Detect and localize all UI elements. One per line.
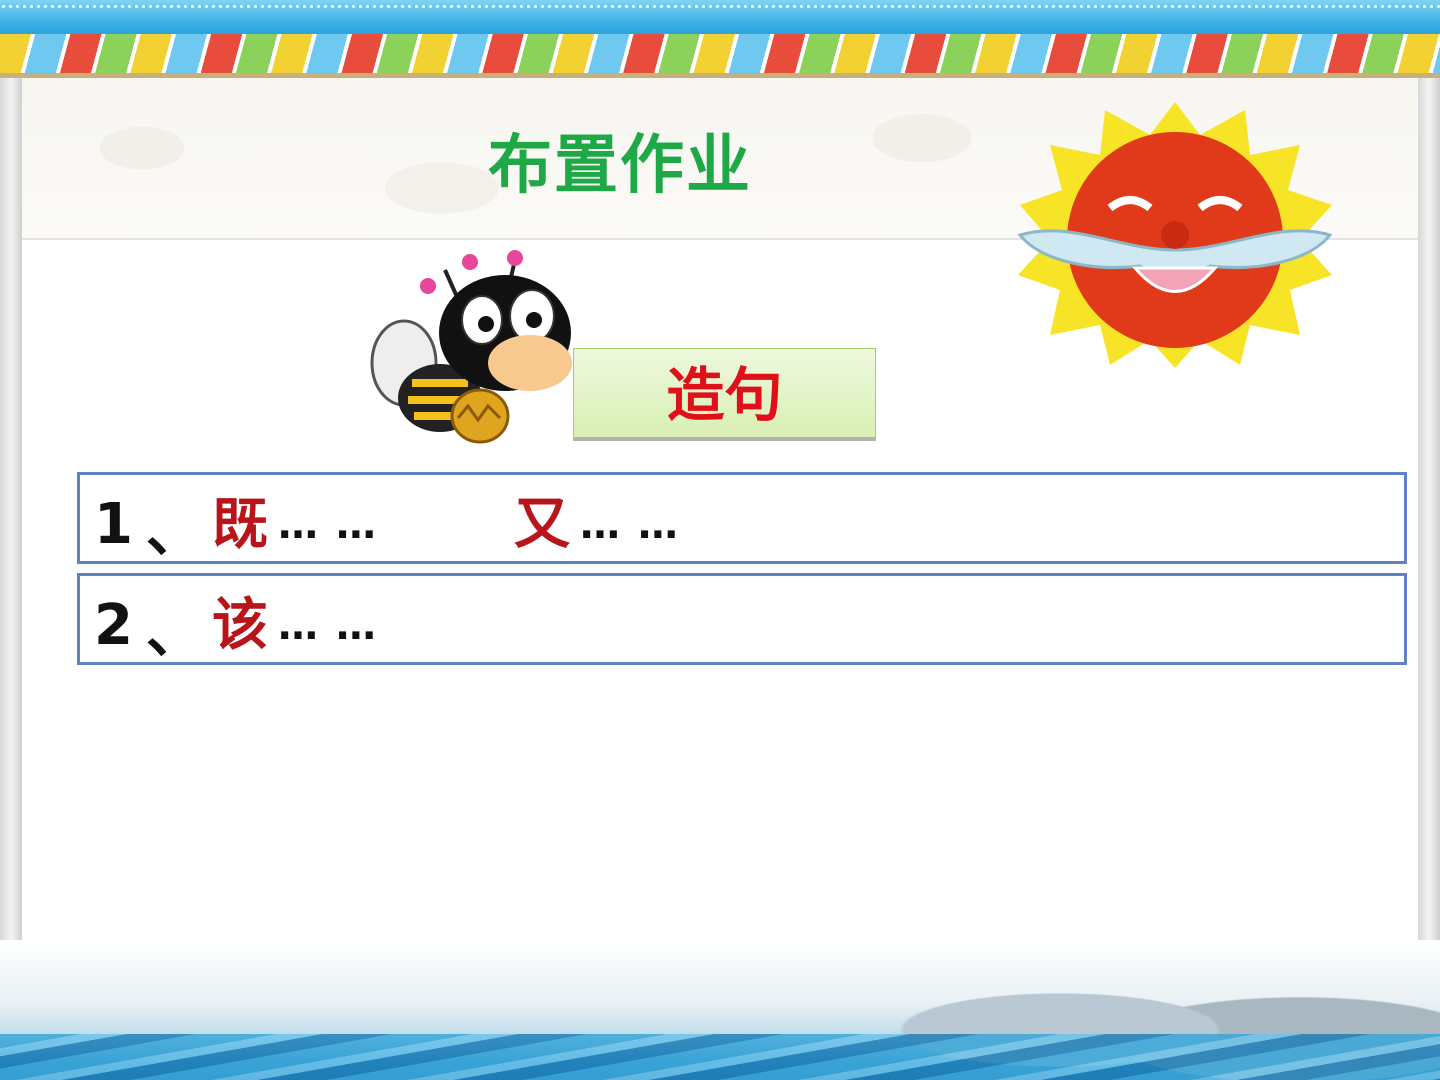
bee-mascot-illustration: [370, 250, 572, 444]
slide: 布置作业 造句 1 、 既 … … 又 … … 2 、 该 … …: [0, 0, 1440, 1080]
smiling-sun-illustration: [1017, 102, 1333, 368]
bee-antenna-right: [507, 250, 523, 266]
task-label: 造句: [666, 361, 783, 429]
keyword-gai: 该: [212, 593, 268, 658]
ellipsis: … …: [278, 502, 378, 548]
exercise-row-1: 1 、 既 … … 又 … …: [77, 472, 1407, 565]
item-separator: 、: [146, 500, 202, 565]
bee-antenna-mid: [462, 254, 478, 270]
bee-antenna-left: [420, 278, 436, 294]
item-number: 1: [94, 492, 133, 557]
right-frame-border: [1418, 78, 1440, 1080]
item-separator: 、: [146, 601, 202, 666]
keyword-you: 又: [514, 492, 570, 557]
exercise-row-2: 2 、 该 … …: [77, 573, 1407, 666]
bottom-landscape-decor: [0, 940, 1440, 1080]
keyword-ji: 既: [212, 492, 268, 557]
prayer-flag-band: [0, 34, 1440, 78]
item-number: 2: [94, 593, 133, 658]
slide-title: 布置作业: [488, 129, 752, 203]
top-decor-band: [0, 0, 1440, 36]
left-frame-border: [0, 78, 22, 1080]
sun-nose: [1161, 221, 1189, 249]
task-label-box: 造句: [573, 348, 876, 441]
bee-face: [488, 335, 572, 391]
ellipsis: … …: [580, 502, 680, 548]
ellipsis: … …: [278, 603, 378, 649]
